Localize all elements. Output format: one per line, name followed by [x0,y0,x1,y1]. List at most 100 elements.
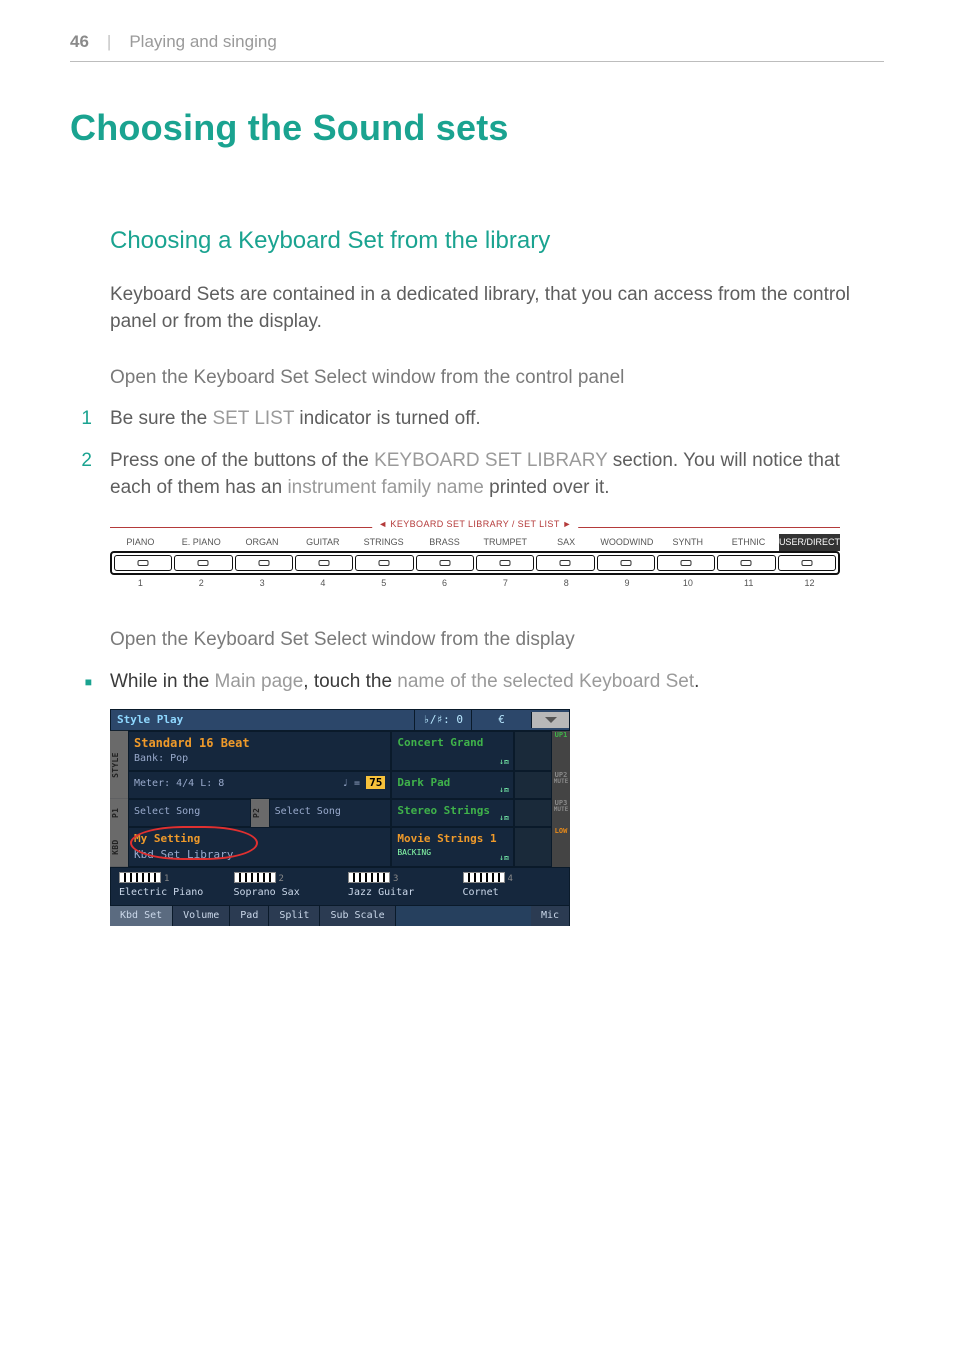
sound-name: Movie Strings 1 [397,832,496,845]
side-tab-up1[interactable]: UP1 [552,731,570,771]
panel-labels-row: PIANO E. PIANO ORGAN GUITAR STRINGS BRAS… [110,534,840,551]
selected-kbd-set-name: My Setting [134,831,385,847]
key-indicator: € [471,710,531,730]
bullet-icon: ■ [70,668,92,696]
panel-number: 6 [414,575,475,590]
meter-value: Meter: 4/4 L: 8 [134,778,224,789]
transpose-indicator: ♭/♯: 0 [414,710,471,730]
panel-number: 7 [475,575,536,590]
sound-slot-lower[interactable]: Movie Strings 1 BACKING ↓⧈ [391,827,514,867]
tab-volume[interactable]: Volume [173,906,230,927]
procedure-heading-2: Open the Keyboard Set Select window from… [110,626,884,654]
kbd-set-button-3[interactable]: 3 Jazz Guitar [340,868,455,905]
panel-number: 11 [718,575,779,590]
sound-slot-upper3[interactable]: Stereo Strings ↓⧈ [391,799,514,827]
tab-mic[interactable]: Mic [531,906,570,927]
step-text: Press one of the buttons of the KEYBOARD… [110,447,884,502]
panel-button[interactable] [597,555,655,571]
panel-label: USER/DIRECT [779,534,840,551]
style-name: Standard 16 Beat [134,735,385,752]
panel-number: 8 [536,575,597,590]
panel-label: ORGAN [232,534,293,551]
page-menu-icon[interactable] [531,712,569,728]
keyboard-icon [463,872,505,883]
page-number: 46 [70,30,89,55]
panel-button[interactable] [114,555,172,571]
bottom-tabs: Kbd Set Volume Pad Split Sub Scale Mic [110,906,570,927]
header-separator: | [107,30,111,55]
style-cell[interactable]: Standard 16 Beat Bank: Pop [128,731,391,771]
tab-pad[interactable]: Pad [230,906,269,927]
side-tab-low[interactable]: LOW [552,827,570,867]
play-icon: ↓⧈ [499,756,509,768]
tab-kbd-set[interactable]: Kbd Set [110,906,173,927]
procedure-heading-1: Open the Keyboard Set Select window from… [110,364,884,392]
sound-slot-upper2[interactable]: Dark Pad ↓⧈ [391,771,514,799]
panel-button[interactable] [355,555,413,571]
side-tab-kbd[interactable]: KBD [110,827,128,867]
play-icon: ↓⧈ [499,852,509,864]
sound-thumb [514,771,552,799]
sound-name: Concert Grand [397,736,483,749]
sound-name: Stereo Strings [397,804,490,817]
panel-label: TRUMPET [475,534,536,551]
panel-number: 10 [657,575,718,590]
side-tab-p2[interactable]: P2 [251,799,269,827]
panel-label: SYNTH [657,534,718,551]
step-text: Be sure the SET LIST indicator is turned… [110,405,884,433]
song-select-2[interactable]: Select Song [269,799,392,827]
page-title: Choosing the Sound sets [70,102,884,154]
panel-button[interactable] [235,555,293,571]
tab-gap [396,906,531,927]
meter-tempo-cell[interactable]: Meter: 4/4 L: 8 ♩ = 75 [128,771,391,799]
kbd-set-button-1[interactable]: 1 Electric Piano [111,868,226,905]
sound-thumb [514,827,552,867]
panel-button[interactable] [476,555,534,571]
play-icon: ↓⧈ [499,784,509,796]
song-select-1[interactable]: Select Song [128,799,251,827]
backing-label: BACKING [397,847,508,859]
panel-button[interactable] [536,555,594,571]
panel-label: E. PIANO [171,534,232,551]
keyboard-icon [348,872,390,883]
panel-number: 2 [171,575,232,590]
kbd-set-library-label: Kbd Set Library [134,847,385,863]
panel-numbers-row: 1 2 3 4 5 6 7 8 9 10 11 12 [110,575,840,590]
bullet-item: ■ While in the Main page, touch the name… [70,668,884,696]
panel-number: 9 [597,575,658,590]
panel-button[interactable] [174,555,232,571]
panel-button[interactable] [295,555,353,571]
play-icon: ↓⧈ [499,812,509,824]
panel-number: 4 [292,575,353,590]
step-2: 2 Press one of the buttons of the KEYBOA… [70,447,884,502]
panel-button[interactable] [717,555,775,571]
keyboard-set-library-panel: KEYBOARD SET LIBRARY / SET LIST PIANO E.… [110,520,840,590]
tab-split[interactable]: Split [269,906,320,927]
side-tab-up2[interactable]: UP2MUTE [552,771,570,799]
tab-sub-scale[interactable]: Sub Scale [320,906,395,927]
panel-label: SAX [536,534,597,551]
keyboard-icon [119,872,161,883]
panel-button[interactable] [778,555,836,571]
side-tab-style[interactable]: STYLE [110,731,128,799]
panel-number: 1 [110,575,171,590]
panel-label: BRASS [414,534,475,551]
panel-number: 3 [232,575,293,590]
panel-buttons-row [110,551,840,575]
sound-slot-upper1[interactable]: Concert Grand ↓⧈ [391,731,514,771]
panel-number: 12 [779,575,840,590]
page-header: 46 | Playing and singing [70,30,884,62]
panel-label: GUITAR [292,534,353,551]
keyboard-icon [234,872,276,883]
side-tab-up3[interactable]: UP3MUTE [552,799,570,827]
sound-thumb [514,731,552,771]
panel-button[interactable] [416,555,474,571]
step-number: 1 [70,405,92,433]
section-heading: Choosing a Keyboard Set from the library [110,224,884,259]
tempo-value: 75 [366,776,385,789]
side-tab-p1[interactable]: P1 [110,799,128,827]
kbd-set-button-4[interactable]: 4 Cornet [455,868,570,905]
keyboard-set-name-cell[interactable]: My Setting Kbd Set Library [128,827,391,867]
kbd-set-button-2[interactable]: 2 Soprano Sax [226,868,341,905]
panel-button[interactable] [657,555,715,571]
